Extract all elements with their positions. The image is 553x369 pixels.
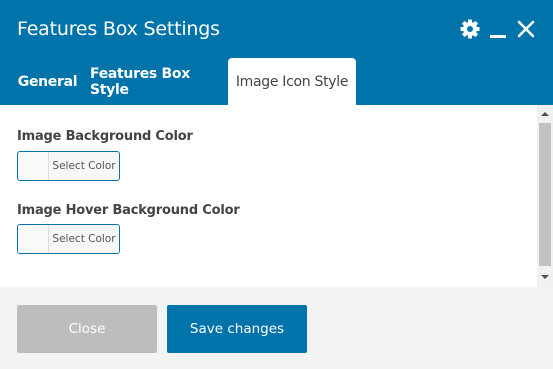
- image-hover-background-color-picker[interactable]: Select Color: [17, 224, 120, 254]
- dialog-title: Features Box Settings: [17, 18, 220, 40]
- close-button[interactable]: Close: [17, 305, 157, 353]
- color-swatch: [18, 152, 49, 180]
- select-color-label: Select Color: [49, 152, 119, 180]
- image-background-color-label: Image Background Color: [17, 129, 193, 144]
- minimize-icon[interactable]: [487, 16, 509, 42]
- dialog-footer: Close Save changes: [0, 287, 553, 369]
- select-color-label: Select Color: [49, 225, 119, 253]
- tab-image-icon-style[interactable]: Image Icon Style: [228, 58, 356, 105]
- save-changes-button[interactable]: Save changes: [167, 305, 307, 353]
- gear-icon[interactable]: [459, 16, 481, 42]
- tab-general[interactable]: General: [0, 58, 90, 105]
- scroll-down-arrow-icon[interactable]: [537, 269, 553, 285]
- scrollbar-thumb[interactable]: [539, 123, 551, 266]
- image-background-color-picker[interactable]: Select Color: [17, 151, 120, 181]
- tab-bar: General Features Box Style Image Icon St…: [0, 58, 356, 105]
- image-hover-background-color-label: Image Hover Background Color: [17, 203, 240, 218]
- header-controls: [453, 16, 537, 42]
- vertical-scrollbar[interactable]: [537, 105, 553, 287]
- color-swatch: [18, 225, 49, 253]
- tab-features-box-style[interactable]: Features Box Style: [90, 58, 228, 105]
- settings-panel: Image Background Color Select Color Imag…: [0, 105, 537, 287]
- close-icon[interactable]: [515, 16, 537, 42]
- scroll-up-arrow-icon[interactable]: [537, 106, 553, 122]
- dialog-header: Features Box Settings General Features B…: [0, 0, 553, 105]
